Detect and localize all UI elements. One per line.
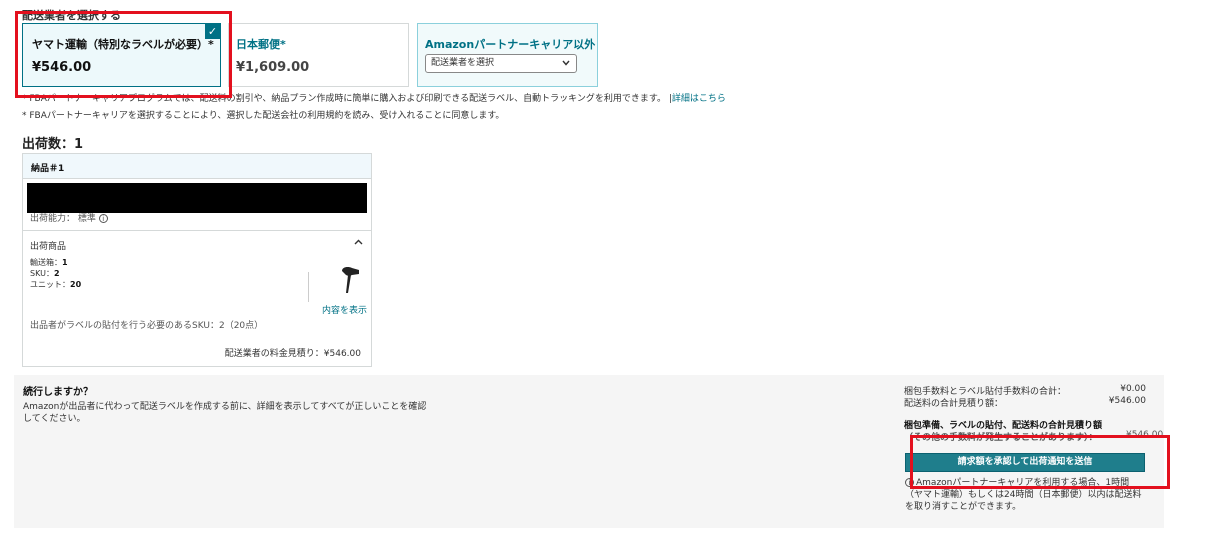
boxes-label: 輸送箱：: [30, 258, 62, 267]
units-value: 20: [70, 280, 82, 289]
carrier-select-value: 配送業者を選択: [431, 58, 495, 68]
info-icon[interactable]: i: [98, 214, 108, 223]
show-contents-link[interactable]: 内容を表示: [322, 303, 367, 316]
shipping-estimate-value: ¥546.00: [1108, 396, 1146, 406]
shipments-count: 出荷数：1: [22, 137, 84, 152]
carrier-option-non-partner[interactable]: Amazonパートナーキャリア以外 配送業者を選択: [417, 23, 598, 87]
shipment-panel: 納品＃1 出荷能力： 標準 i 出荷商品 輸送箱：1 SKU：2 ユニット：20…: [22, 153, 372, 367]
prep-fee-value: ¥0.00: [1120, 384, 1146, 394]
redacted-address: [27, 183, 367, 213]
chevron-down-icon: [562, 55, 570, 72]
labeling-required-note: 出品者がラベルの貼付を行う必要のあるSKU：2（20点）: [30, 321, 264, 331]
terms-note: * FBAパートナーキャリアを選択することにより、選択した配送会社の利用規約を読…: [22, 111, 505, 121]
highlight-box-submit: [910, 435, 1170, 489]
carrier-select-dropdown[interactable]: 配送業者を選択: [425, 54, 577, 73]
shipping-estimate-label: 配送料の合計見積り額：: [904, 399, 1004, 409]
shipment-items-section: 出荷商品 輸送箱：1 SKU：2 ユニット：20 内容を表示 出品者がラベルの貼…: [23, 230, 371, 366]
units-count: ユニット：20: [30, 279, 81, 290]
product-thumbnail-placeholder: [308, 272, 312, 302]
sku-count: SKU：2: [30, 268, 60, 279]
chevron-up-icon[interactable]: [354, 237, 363, 248]
shipping-estimate-row: 配送料の合計見積り額： ¥546.00: [904, 396, 1146, 409]
boxes-value: 1: [62, 258, 68, 267]
boxes-count: 輸送箱：1: [30, 257, 68, 268]
carrier-name: Amazonパートナーキャリア以外: [425, 38, 596, 51]
units-label: ユニット：: [30, 280, 70, 289]
hair-dryer-icon: [342, 267, 359, 293]
sku-label: SKU：: [30, 269, 54, 278]
carrier-option-japan-post[interactable]: 日本郵便* ¥1,609.00: [228, 23, 409, 87]
carrier-price: ¥1,609.00: [236, 60, 310, 75]
highlight-box-carrier: [15, 11, 232, 98]
carrier-fee-estimate: 配送業者の料金見積り：¥546.00: [224, 349, 361, 359]
shipping-speed-value: 標準: [77, 214, 96, 224]
shipping-speed-label: 出荷能力：: [30, 214, 76, 224]
learn-more-link[interactable]: 詳細はこちら: [672, 94, 726, 104]
items-title: 出荷商品: [30, 242, 67, 252]
shipping-speed: 出荷能力： 標準 i: [30, 211, 108, 224]
continue-title: 続行しますか？: [23, 387, 93, 398]
shipment-title: 納品＃1: [23, 154, 371, 179]
sku-value: 2: [53, 269, 60, 278]
carrier-name: 日本郵便*: [236, 38, 286, 51]
continue-description: Amazonが出品者に代わって配送ラベルを作成する前に、詳細を表示してすべてが正…: [23, 402, 427, 424]
